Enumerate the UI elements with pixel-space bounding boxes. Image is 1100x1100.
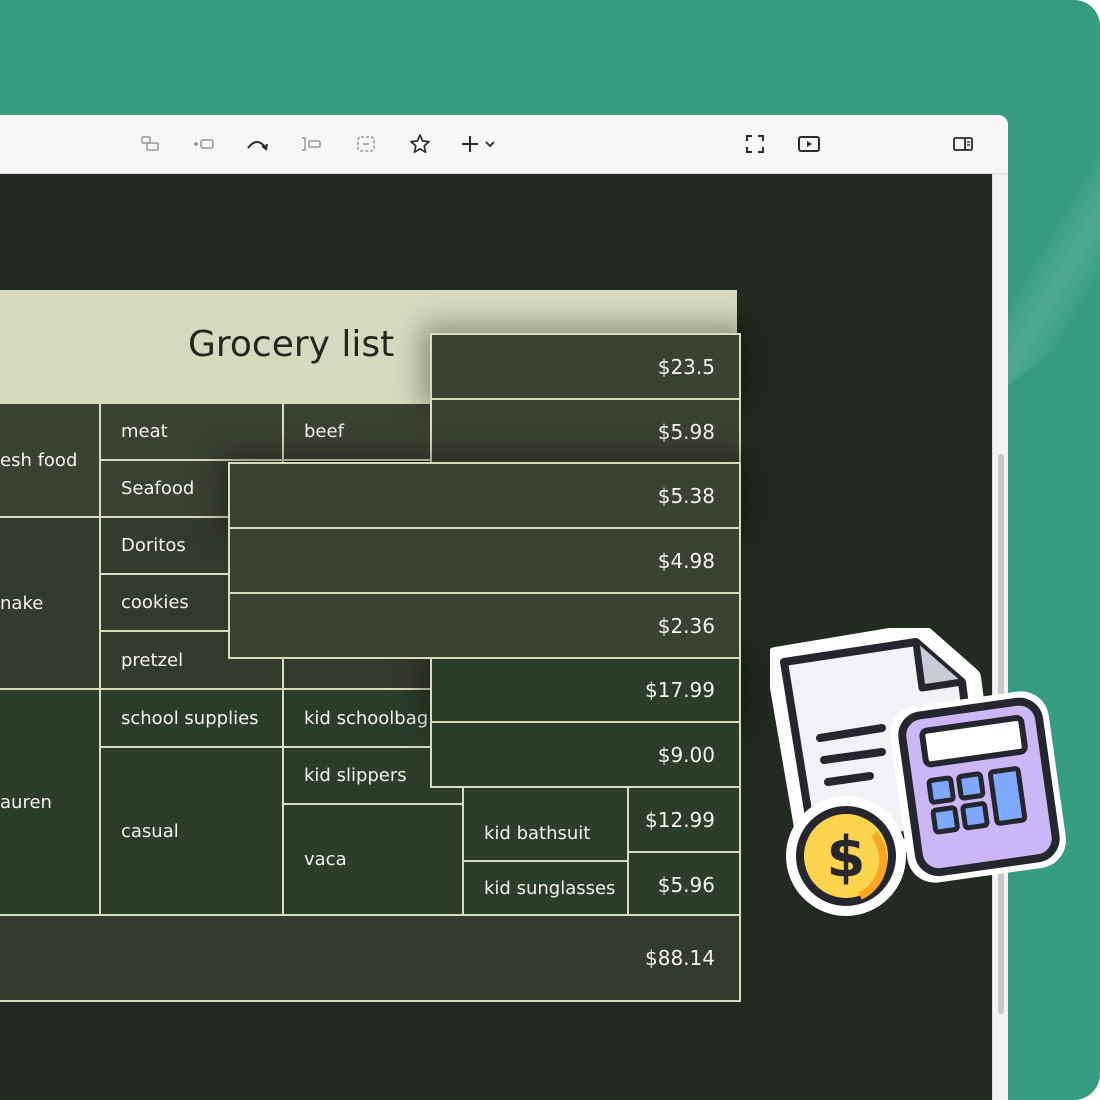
curve-icon[interactable]	[245, 133, 269, 155]
price-cell[interactable]: $9.00	[430, 721, 741, 788]
star-icon[interactable]	[408, 133, 432, 155]
price-cell[interactable]: $4.98	[228, 527, 741, 594]
item-cell[interactable]: kid schoolbag	[282, 688, 434, 748]
total-value: $88.14	[645, 946, 715, 970]
present-icon[interactable]	[797, 133, 821, 155]
price-value: $12.99	[645, 807, 715, 832]
subcategory-label: cookies	[121, 592, 189, 613]
subcategory-label: Seafood	[121, 478, 195, 499]
subcategory-cell[interactable]: casual	[99, 746, 284, 916]
item-label: kid bathsuit	[484, 823, 591, 844]
price-value: $23.5	[657, 354, 715, 379]
connect-icon[interactable]	[192, 133, 216, 155]
price-cell[interactable]: $5.98	[430, 398, 741, 465]
page-title: Grocery list	[188, 324, 395, 365]
panel-toggle-icon[interactable]	[951, 133, 975, 155]
price-cell[interactable]: $5.96	[627, 851, 741, 918]
calculator-icon	[890, 691, 1066, 883]
price-value: $9.00	[657, 742, 715, 767]
price-value: $5.96	[657, 872, 715, 897]
category-cell[interactable]: nake	[0, 516, 101, 690]
item-cell[interactable]: kid sunglasses	[462, 860, 629, 916]
category-label: nake	[0, 592, 44, 614]
item-label: kid schoolbag	[304, 707, 429, 729]
price-value: $2.36	[657, 613, 715, 638]
category-cell[interactable]: auren	[0, 688, 101, 916]
item-cell[interactable]: vaca	[282, 803, 464, 916]
item-cell[interactable]: kid bathsuit	[462, 786, 629, 862]
item-label: vaca	[304, 849, 347, 870]
price-cell[interactable]: $5.38	[228, 462, 741, 529]
background-sheen	[1000, 0, 1100, 391]
item-label: kid sunglasses	[484, 877, 616, 899]
frame-icon[interactable]	[354, 133, 378, 155]
add-menu-icon[interactable]	[458, 133, 498, 155]
subcategory-cell[interactable]: meat	[99, 402, 284, 461]
dollar-coin-icon: $	[786, 796, 906, 916]
svg-text:$: $	[827, 825, 866, 890]
subcategory-cell[interactable]: school supplies	[99, 688, 284, 748]
price-value: $5.38	[657, 483, 715, 508]
item-label: kid slippers	[304, 765, 407, 786]
price-cell[interactable]: $17.99	[430, 656, 741, 723]
subcategory-label: meat	[121, 421, 168, 442]
budget-sticker: $	[765, 623, 1080, 923]
price-value: $4.98	[657, 548, 715, 573]
item-cell[interactable]: beef	[282, 402, 434, 461]
category-cell[interactable]: esh food	[0, 402, 101, 518]
fullscreen-icon[interactable]	[743, 133, 767, 155]
price-cell[interactable]: $23.5	[430, 333, 741, 400]
toolbar	[0, 115, 1008, 174]
subcategory-label: pretzel	[121, 649, 184, 671]
item-label: beef	[304, 421, 344, 442]
subcategory-label: school supplies	[121, 707, 259, 729]
subcategory-label: Doritos	[121, 535, 186, 556]
category-label: auren	[0, 791, 52, 813]
category-label: esh food	[0, 449, 78, 471]
price-value: $5.98	[657, 419, 715, 444]
total-row[interactable]: $88.14	[0, 914, 741, 1002]
branch-icon[interactable]	[299, 133, 323, 155]
price-cell[interactable]: $12.99	[627, 786, 741, 853]
price-value: $17.99	[645, 677, 715, 702]
subcategory-label: casual	[121, 820, 179, 842]
arrange-icon[interactable]	[138, 133, 162, 155]
price-cell[interactable]: $2.36	[228, 592, 741, 659]
